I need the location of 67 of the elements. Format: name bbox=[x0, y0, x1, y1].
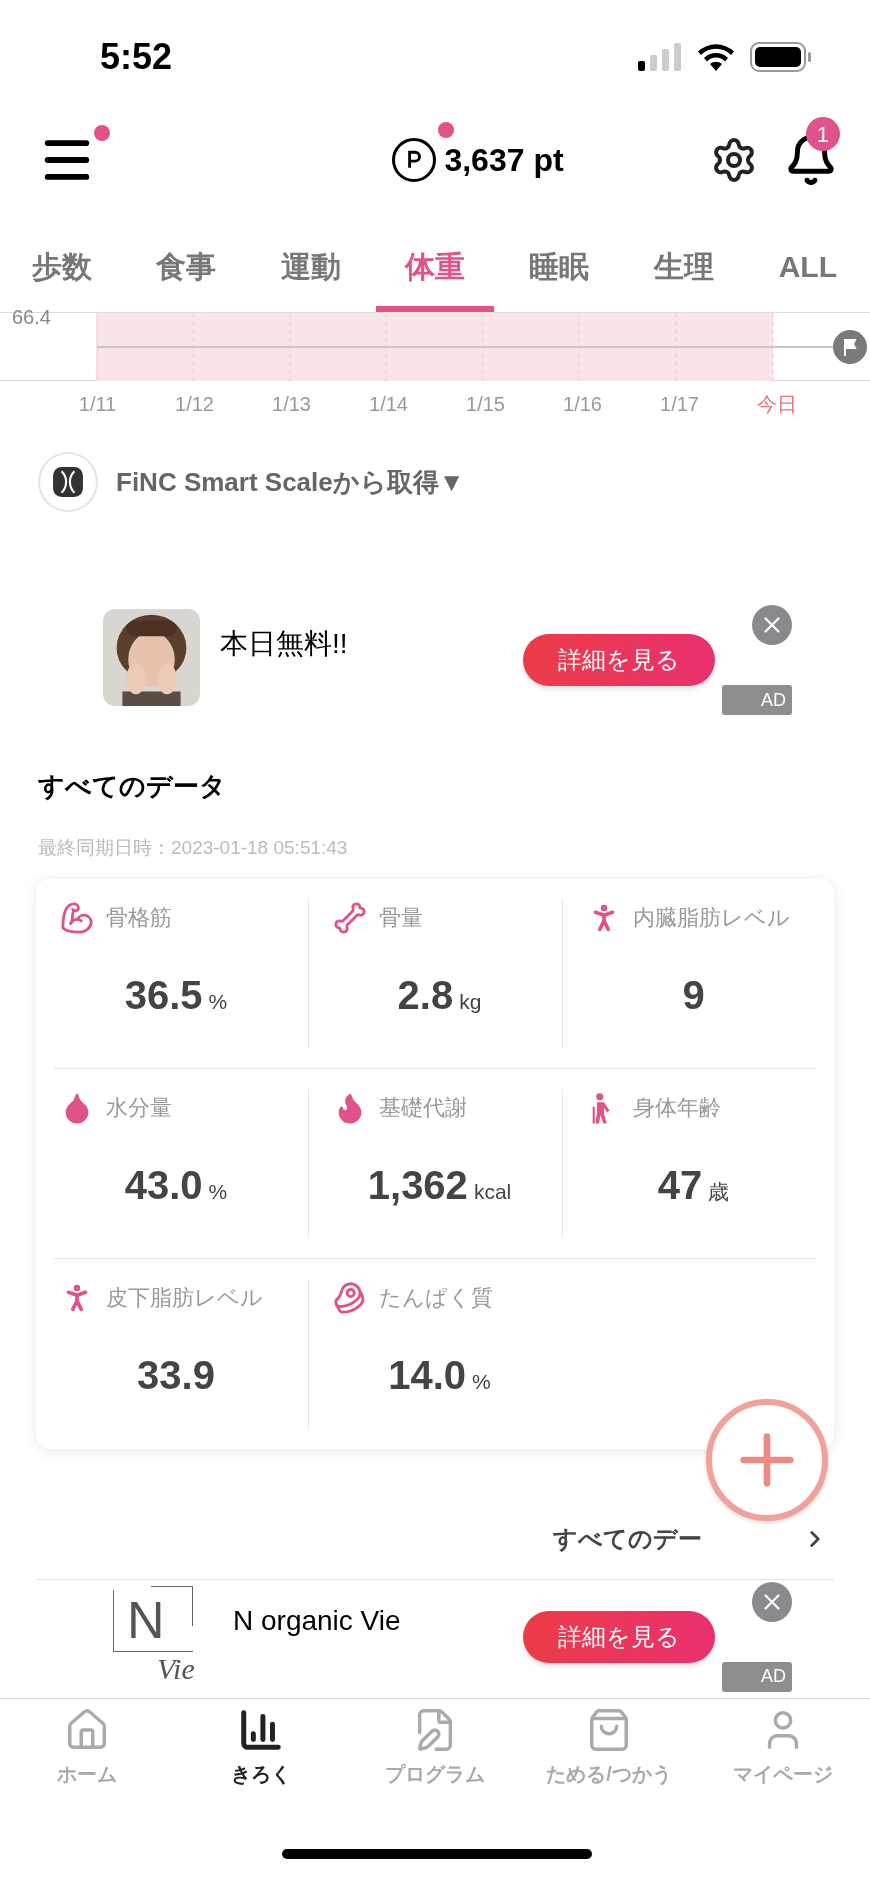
metric-label: 皮下脂肪レベル bbox=[106, 1284, 263, 1312]
last-sync-time: 最終同期日時：2023-01-18 05:51:43 bbox=[38, 836, 349, 860]
meat-icon bbox=[333, 1280, 367, 1315]
metric-label: 骨量 bbox=[379, 904, 423, 932]
data-source-dropdown[interactable]: FiNC Smart Scaleから取得▼ bbox=[116, 462, 465, 502]
close-button[interactable] bbox=[752, 605, 792, 645]
date-label: 1/11 bbox=[77, 392, 118, 417]
date-label: 1/12 bbox=[174, 392, 215, 417]
metric-value: 47 bbox=[657, 1161, 703, 1209]
metric-value: 2.8 bbox=[397, 971, 454, 1019]
metric-label: 骨格筋 bbox=[106, 904, 172, 932]
battery-icon bbox=[750, 42, 812, 72]
metric-unit: % bbox=[472, 1368, 491, 1395]
metric-value: 1,362 bbox=[367, 1161, 468, 1209]
date-label: 今日 bbox=[755, 392, 798, 417]
ad-badge: AD bbox=[722, 1661, 792, 1692]
metric-label: 基礎代謝 bbox=[379, 1094, 467, 1122]
metric-value: 43.0 bbox=[124, 1161, 203, 1209]
notification-count: 1 bbox=[806, 117, 840, 151]
metric-label: たんぱく質 bbox=[379, 1284, 493, 1312]
details-button[interactable]: 詳細を見る bbox=[523, 1610, 715, 1663]
metric-unit: % bbox=[208, 1178, 228, 1205]
ad-title: N organic Vie bbox=[233, 1603, 401, 1638]
category-tab[interactable]: 睡眠 bbox=[497, 220, 622, 312]
metric-unit: % bbox=[208, 988, 228, 1015]
ad-badge: AD bbox=[722, 685, 792, 715]
bar-chart-icon bbox=[238, 1707, 284, 1753]
metric-label: 水分量 bbox=[106, 1094, 172, 1122]
date-label: 1/15 bbox=[465, 392, 506, 417]
metric-value: 33.9 bbox=[137, 1351, 215, 1399]
details-button[interactable]: 詳細を見る bbox=[523, 634, 715, 686]
metric-label: 身体年齢 bbox=[633, 1094, 721, 1122]
signal-icon bbox=[638, 43, 682, 71]
date-label: 1/16 bbox=[562, 392, 603, 417]
bone-icon bbox=[333, 900, 367, 935]
nav-tab[interactable]: マイページ bbox=[696, 1707, 870, 1809]
wifi-icon bbox=[696, 43, 736, 71]
category-tab[interactable]: 食事 bbox=[124, 220, 249, 312]
metric-unit: 歳 bbox=[708, 1178, 730, 1205]
scale-icon bbox=[38, 452, 98, 512]
status-time: 5:52 bbox=[100, 35, 173, 79]
date-label: 1/13 bbox=[271, 392, 312, 417]
category-tab[interactable]: 生理 bbox=[621, 220, 746, 312]
flexed-arm-icon bbox=[60, 900, 94, 935]
brand-logo: N Vie bbox=[103, 1585, 213, 1686]
section-title: すべてのデータ bbox=[38, 770, 227, 803]
all-data-link[interactable]: すべてのデー bbox=[553, 1520, 702, 1557]
metric-label: 内臓脂肪レベル bbox=[633, 904, 790, 932]
metric-value: 9 bbox=[682, 971, 705, 1019]
nav-tab[interactable]: ためる/つかう bbox=[522, 1707, 696, 1809]
category-tab[interactable]: 運動 bbox=[248, 220, 373, 312]
nav-tab[interactable]: きろく bbox=[174, 1707, 348, 1809]
category-tab[interactable]: ALL bbox=[745, 220, 870, 312]
axis-label: 66.4 bbox=[12, 307, 51, 327]
ad-title: 本日無料!! bbox=[220, 627, 348, 661]
metric-unit: kcal bbox=[473, 1178, 512, 1205]
nav-tab[interactable]: プログラム bbox=[348, 1707, 522, 1809]
metric-value: 14.0 bbox=[388, 1351, 467, 1399]
points-balance[interactable]: 3,637 pt bbox=[444, 136, 564, 184]
close-button[interactable] bbox=[752, 1581, 792, 1622]
date-label: 1/17 bbox=[659, 392, 700, 417]
metric-value: 36.5 bbox=[124, 971, 203, 1019]
date-label: 1/14 bbox=[368, 392, 409, 417]
category-tab[interactable]: 体重 bbox=[372, 220, 498, 312]
nav-tab[interactable]: ホーム bbox=[0, 1707, 174, 1809]
metric-unit: kg bbox=[459, 988, 482, 1015]
points-icon bbox=[392, 138, 437, 182]
